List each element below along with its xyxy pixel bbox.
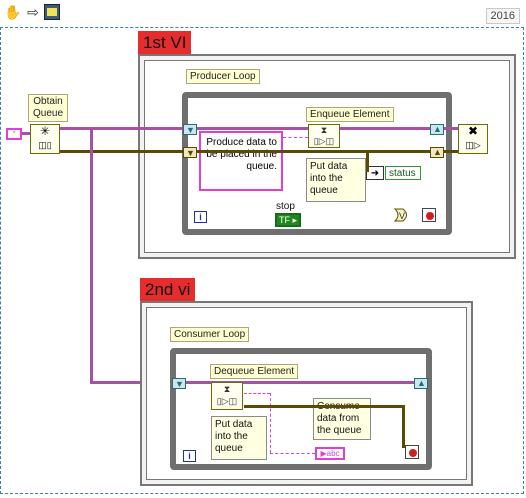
wire-queue-loop xyxy=(197,127,308,130)
producer-loop-label: Producer Loop xyxy=(186,69,260,84)
wire-error-in xyxy=(60,150,183,153)
obtain-queue-label: Obtain Queue xyxy=(28,94,68,122)
stop-control[interactable]: TF ▸ xyxy=(275,213,301,227)
release-queue-node[interactable]: ✖ ◫▷ xyxy=(458,124,488,154)
wire-consumer-error xyxy=(244,405,404,408)
version-year: 2016 xyxy=(485,8,520,24)
loop-condition-stop-icon[interactable] xyxy=(422,208,436,222)
status-indicator: status xyxy=(385,166,421,180)
dequeue-element-label: Dequeue Element xyxy=(210,364,299,379)
arrow-icon[interactable]: ⇨ xyxy=(24,3,42,21)
wire-consumer-error-v xyxy=(402,405,405,448)
consumer-stop-icon[interactable] xyxy=(405,445,419,459)
wire-dequeue-data xyxy=(244,393,270,394)
wire-data xyxy=(283,137,308,139)
shift-register-left-bottom[interactable]: ▼ xyxy=(183,147,197,158)
shift-register-left-top[interactable]: ▼ xyxy=(183,124,197,135)
shift-register-right-top[interactable]: ▲ xyxy=(430,124,444,135)
iteration-terminal-consumer: i xyxy=(183,450,196,462)
string-constant-icon[interactable]: '' xyxy=(6,128,22,140)
enqueue-element-node[interactable]: ⧗ ▯▷◫ xyxy=(308,124,340,148)
wire-dequeue-data-h xyxy=(270,453,315,454)
vi-icon[interactable] xyxy=(44,4,60,20)
string-indicator: ▶abc xyxy=(315,447,345,460)
iteration-terminal-producer: i xyxy=(194,211,207,223)
produce-data-box[interactable]: Produce data to be placed in the queue. xyxy=(199,131,283,191)
consumer-put-data-note: Put data into the queue xyxy=(211,416,267,460)
wire-dequeue-data-v xyxy=(270,393,271,453)
put-data-note: Put data into the queue xyxy=(306,158,366,202)
wire-queue-branch xyxy=(90,127,93,384)
dequeue-element-node[interactable]: ⧗ ▯▷◫ xyxy=(211,382,243,410)
consumer-loop-label: Consumer Loop xyxy=(170,327,250,342)
vi-label-2: 2nd vi xyxy=(140,278,196,302)
wire-queue-out xyxy=(444,127,458,130)
shift-register-right-bottom[interactable]: ▲ xyxy=(430,147,444,158)
wire-queue-in xyxy=(60,127,183,130)
vi-label-1: 1st VI xyxy=(138,31,192,55)
wire-error-status xyxy=(366,153,369,172)
obtain-queue-node[interactable]: ✳ ◫▯ xyxy=(30,124,60,154)
stop-label: stop xyxy=(276,201,295,212)
wire-error-out xyxy=(444,150,458,153)
wire-error-loop xyxy=(197,150,430,153)
wire-name xyxy=(22,132,30,135)
consumer-shift-right[interactable]: ▲ xyxy=(414,378,428,389)
toolbar: ✋ ⇨ 2016 xyxy=(0,0,526,24)
enqueue-element-label: Enqueue Element xyxy=(306,107,394,122)
svg-text:V: V xyxy=(399,211,405,221)
wire-queue-loop-2 xyxy=(340,127,430,130)
or-gate-icon: V xyxy=(393,208,412,222)
consumer-shift-left[interactable]: ▼ xyxy=(172,378,186,389)
hand-icon[interactable]: ✋ xyxy=(4,3,22,21)
